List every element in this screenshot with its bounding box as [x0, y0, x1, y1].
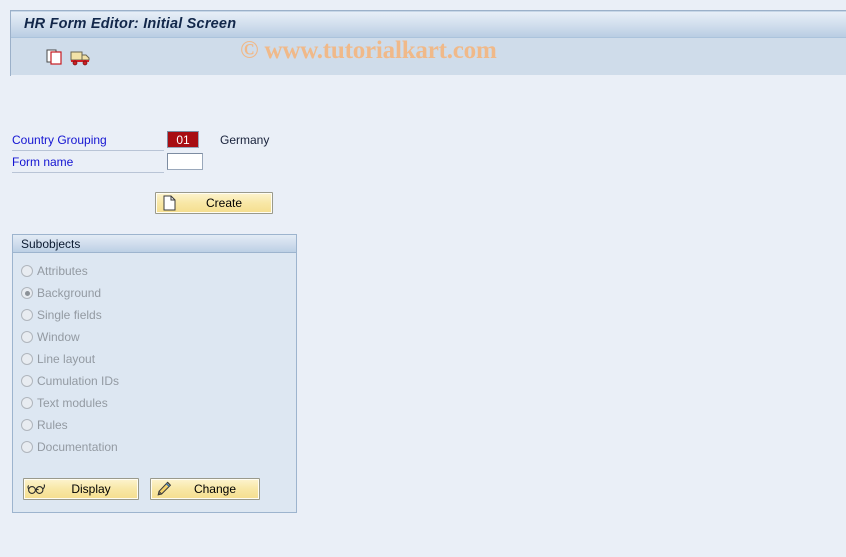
toolbar	[11, 38, 846, 75]
radio-label: Single fields	[37, 308, 102, 322]
new-document-icon	[158, 194, 180, 212]
country-grouping-description: Germany	[220, 133, 270, 147]
radio-label: Window	[37, 330, 80, 344]
radio-cumulation-ids[interactable]: Cumulation IDs	[21, 370, 286, 392]
radio-label: Documentation	[37, 440, 118, 454]
truck-icon[interactable]	[70, 47, 92, 67]
subobjects-title: Subobjects	[21, 237, 81, 251]
radio-documentation[interactable]: Documentation	[21, 436, 286, 458]
country-grouping-input[interactable]	[167, 131, 199, 148]
radio-label: Line layout	[37, 352, 96, 366]
pencil-icon	[153, 480, 175, 498]
radio-rules[interactable]: Rules	[21, 414, 286, 436]
change-button-label: Change	[193, 482, 237, 496]
title-bar: HR Form Editor: Initial Screen	[11, 11, 846, 38]
radio-indicator	[21, 397, 33, 409]
radio-label: Text modules	[37, 396, 108, 410]
radio-label: Attributes	[37, 264, 88, 278]
form-name-label: Form name	[12, 155, 74, 169]
radio-indicator	[21, 353, 33, 365]
radio-line-layout[interactable]: Line layout	[21, 348, 286, 370]
radio-label: Background	[37, 286, 102, 300]
subobjects-header: Subobjects	[13, 235, 296, 253]
field-row-form-name: Form name	[12, 152, 282, 174]
radio-indicator	[21, 287, 33, 299]
country-grouping-label: Country Grouping	[12, 133, 107, 147]
display-button[interactable]: Display	[23, 478, 139, 500]
copy-icon[interactable]	[44, 47, 66, 67]
radio-indicator	[21, 265, 33, 277]
change-button[interactable]: Change	[150, 478, 260, 500]
create-button-label: Create	[205, 196, 243, 210]
form-name-input[interactable]	[167, 153, 203, 170]
field-divider	[12, 172, 164, 173]
radio-single-fields[interactable]: Single fields	[21, 304, 286, 326]
radio-indicator	[21, 441, 33, 453]
display-button-label: Display	[71, 482, 111, 496]
page-title: HR Form Editor: Initial Screen	[24, 16, 237, 32]
field-divider	[12, 150, 164, 151]
form-fields: Country Grouping Germany Form name	[12, 130, 282, 174]
radio-indicator	[21, 309, 33, 321]
radio-label: Cumulation IDs	[37, 374, 120, 388]
subobjects-radio-group: Attributes Background Single fields Wind…	[21, 260, 286, 458]
radio-label: Rules	[37, 418, 68, 432]
field-row-country-grouping: Country Grouping Germany	[12, 130, 282, 152]
radio-attributes[interactable]: Attributes	[21, 260, 286, 282]
radio-indicator	[21, 331, 33, 343]
glasses-icon	[26, 480, 48, 498]
radio-indicator	[21, 419, 33, 431]
radio-window[interactable]: Window	[21, 326, 286, 348]
main-content: Country Grouping Germany Form name Creat…	[0, 76, 846, 557]
radio-background[interactable]: Background	[21, 282, 286, 304]
subobjects-panel: Subobjects Attributes Background Single …	[12, 234, 297, 513]
create-button[interactable]: Create	[155, 192, 273, 214]
radio-text-modules[interactable]: Text modules	[21, 392, 286, 414]
radio-indicator	[21, 375, 33, 387]
